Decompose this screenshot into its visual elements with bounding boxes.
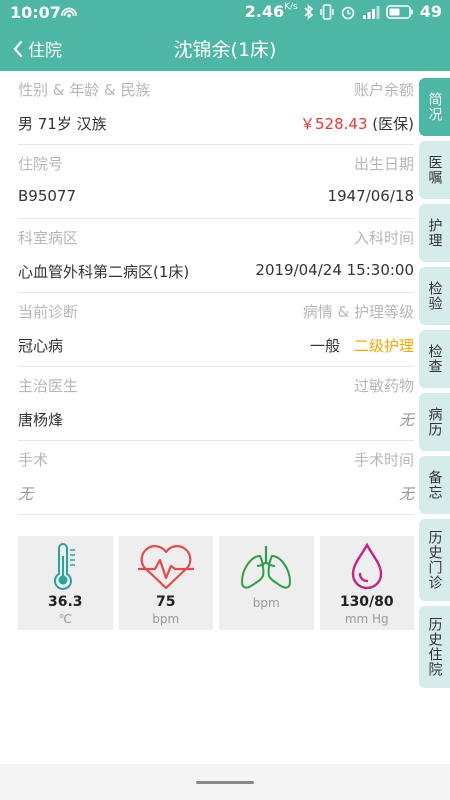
tab-overview[interactable]: 简况	[419, 78, 450, 136]
tab-nursing[interactable]: 护理	[419, 204, 450, 262]
info-row-admission: 住院号 出生日期 B95077 1947/06/18	[18, 145, 414, 219]
diagnosis-value: 冠心病	[18, 337, 64, 355]
temperature-unit: ℃	[58, 612, 72, 626]
balance-value: ￥528.43 (医保)	[300, 115, 414, 133]
allergy-label: 过敏药物	[353, 377, 414, 395]
birth-date-label: 出生日期	[353, 155, 414, 173]
vibrate-icon	[320, 3, 334, 20]
entry-time-value: 2019/04/24 15:30:00	[255, 261, 414, 279]
nursing-level: 二级护理	[353, 337, 414, 355]
vital-temperature[interactable]: 36.3 ℃	[18, 536, 113, 630]
tab-orders[interactable]: 医嘱	[419, 141, 450, 199]
info-row-demographics: 性别 & 年龄 & 民族 账户余额 男 71岁 汉族 ￥528.43 (医保)	[18, 71, 414, 145]
tab-medical-record[interactable]: 病历	[419, 393, 450, 451]
surgery-time-value: 无	[398, 485, 414, 503]
system-nav-bar	[0, 764, 450, 800]
status-time: 10:07	[10, 3, 61, 22]
vital-heart-rate[interactable]: 75 bpm	[118, 536, 213, 630]
vitals-panel: 36.3 ℃ 75 bpm bpm 130/80 mm Hg	[18, 536, 414, 630]
heart-rate-value: 75	[156, 594, 176, 610]
tab-outpatient-history[interactable]: 历史门诊	[419, 519, 450, 601]
alarm-icon	[341, 6, 355, 19]
tab-memo[interactable]: 备忘	[419, 456, 450, 514]
doctor-value: 唐杨烽	[18, 411, 64, 429]
side-tabs: 简况 医嘱 护理 检验 检查 病历 备忘 历史门诊 历史住院	[419, 78, 450, 693]
hotspot-icon	[60, 7, 78, 18]
nav-bar: 住院 沈锦余(1床)	[0, 26, 450, 71]
tab-exam[interactable]: 检查	[419, 330, 450, 388]
diagnosis-label: 当前诊断	[18, 303, 79, 321]
bluetooth-icon	[304, 3, 313, 20]
ward-label: 科室病区	[18, 229, 79, 247]
info-row-doctor: 主治医生 过敏药物 唐杨烽 无	[18, 367, 414, 441]
network-speed: 2.46K/s	[244, 2, 298, 21]
signal-icon	[362, 5, 380, 19]
heart-rate-icon	[137, 545, 194, 590]
info-row-surgery: 手术 手术时间 无 无	[18, 441, 414, 515]
condition-label: 病情 & 护理等级	[302, 303, 414, 321]
doctor-label: 主治医生	[18, 377, 79, 395]
info-row-ward: 科室病区 入科时间 心血管外科第二病区(1床) 2019/04/24 15:30…	[18, 219, 414, 293]
app-header: 10:07 2.46K/s 49 住院 沈锦余(1床)	[0, 0, 450, 71]
thermometer-icon	[54, 543, 76, 590]
heart-rate-unit: bpm	[152, 612, 180, 626]
entry-time-label: 入科时间	[353, 229, 414, 247]
ward-value: 心血管外科第二病区(1床)	[18, 263, 190, 281]
birth-date-value: 1947/06/18	[327, 187, 414, 205]
vital-blood-pressure[interactable]: 130/80 mm Hg	[319, 536, 414, 630]
status-right: 2.46K/s 49	[245, 2, 442, 21]
home-indicator[interactable]	[196, 781, 254, 784]
battery-icon	[385, 4, 413, 19]
allergy-value: 无	[398, 411, 414, 429]
tab-lab[interactable]: 检验	[419, 267, 450, 325]
surgery-time-label: 手术时间	[353, 451, 414, 469]
lungs-icon	[241, 546, 292, 589]
patient-info: 性别 & 年龄 & 民族 账户余额 男 71岁 汉族 ￥528.43 (医保) …	[0, 71, 420, 515]
blood-pressure-unit: mm Hg	[344, 612, 389, 626]
surgery-label: 手术	[18, 451, 49, 469]
admission-no-label: 住院号	[18, 155, 64, 173]
battery-level: 49	[419, 2, 442, 21]
condition-value: 一般 二级护理	[309, 337, 414, 355]
demographics-label: 性别 & 年龄 & 民族	[18, 81, 151, 99]
balance-label: 账户余额	[353, 81, 414, 99]
page-title: 沈锦余(1床)	[173, 39, 277, 61]
vital-respiration[interactable]: bpm	[219, 536, 314, 630]
temperature-value: 36.3	[47, 594, 83, 610]
respiration-unit: bpm	[252, 596, 280, 610]
status-bar: 10:07 2.46K/s 49	[0, 0, 450, 26]
tab-inpatient-history[interactable]: 历史住院	[419, 606, 450, 688]
surgery-value: 无	[18, 485, 34, 503]
demographics-value: 男 71岁 汉族	[18, 115, 107, 133]
blood-pressure-value: 130/80	[339, 594, 394, 610]
admission-no-value: B95077	[18, 187, 77, 205]
blood-drop-icon	[351, 542, 382, 590]
info-row-diagnosis: 当前诊断 病情 & 护理等级 冠心病 一般 二级护理	[18, 293, 414, 367]
